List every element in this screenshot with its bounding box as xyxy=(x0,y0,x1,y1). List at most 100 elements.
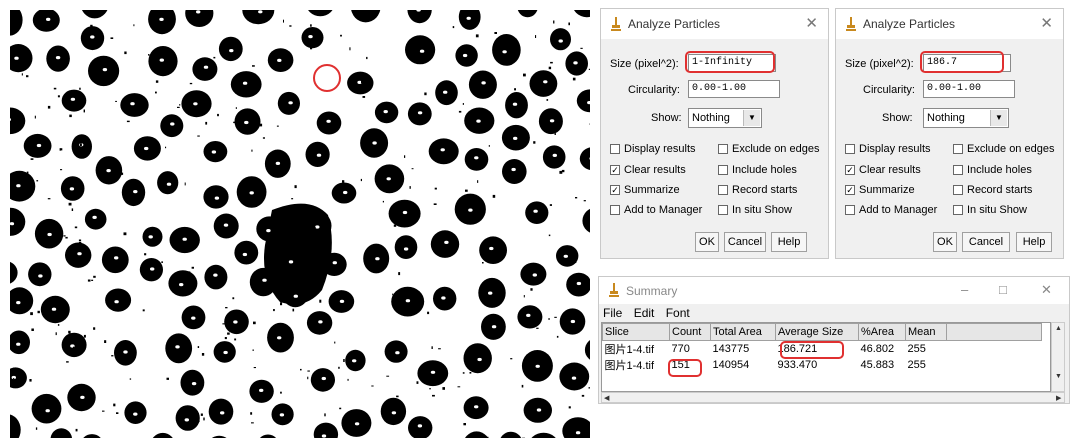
checkbox-label: Add to Manager xyxy=(859,204,938,216)
noise-speck xyxy=(442,387,445,390)
checkbox-clear-results[interactable]: ✓ Clear results xyxy=(845,164,921,176)
checkbox-exclude-on-edges[interactable]: Exclude on edges xyxy=(718,143,819,155)
checkbox-in-situ-show[interactable]: In situ Show xyxy=(953,204,1027,216)
particle-hole xyxy=(405,299,411,303)
column-header[interactable]: Mean xyxy=(905,323,947,341)
column-header[interactable]: Average Size xyxy=(775,323,859,341)
noise-speck xyxy=(83,393,86,396)
noise-speck xyxy=(82,155,85,158)
particle-hole xyxy=(223,350,228,355)
noise-speck xyxy=(536,327,539,329)
column-header[interactable]: Total Area xyxy=(710,323,776,341)
noise-speck xyxy=(344,420,348,423)
noise-speck xyxy=(533,141,536,144)
noise-speck xyxy=(419,37,422,41)
noise-speck xyxy=(424,92,427,96)
close-icon[interactable]: ✕ xyxy=(805,14,818,32)
vertical-scrollbar[interactable]: ▲ ▼ xyxy=(1051,322,1065,392)
cell-mean: 255 xyxy=(907,359,926,371)
noise-speck xyxy=(235,49,239,52)
checkbox-add-to-manager[interactable]: Add to Manager xyxy=(845,204,937,216)
particle xyxy=(582,208,590,233)
checkbox-record-starts[interactable]: Record starts xyxy=(953,184,1032,196)
noise-speck xyxy=(340,34,342,37)
checkbox-add-to-manager[interactable]: Add to Manager xyxy=(610,204,702,216)
checkbox-display-results[interactable]: Display results xyxy=(610,143,696,155)
noise-speck xyxy=(155,91,157,94)
noise-speck xyxy=(47,198,51,200)
minimize-icon[interactable]: – xyxy=(961,282,968,297)
noise-speck xyxy=(251,149,253,152)
maximize-icon[interactable]: □ xyxy=(999,282,1007,297)
particle-hole xyxy=(244,120,249,125)
scroll-down-icon[interactable]: ▼ xyxy=(1055,373,1062,380)
checkbox-include-holes[interactable]: Include holes xyxy=(718,164,797,176)
particle-hole xyxy=(229,49,234,53)
column-header[interactable]: Slice xyxy=(602,323,670,341)
noise-speck xyxy=(142,309,145,312)
checkbox-clear-results[interactable]: ✓ Clear results xyxy=(610,164,686,176)
help-button[interactable]: Help xyxy=(1016,232,1052,252)
checkbox-record-starts[interactable]: Record starts xyxy=(718,184,797,196)
noise-speck xyxy=(234,338,237,341)
column-header[interactable]: Count xyxy=(669,323,711,341)
particle xyxy=(517,305,543,329)
noise-speck xyxy=(382,200,384,203)
noise-speck xyxy=(273,309,275,312)
particle-hole xyxy=(220,411,225,415)
ok-button[interactable]: OK xyxy=(695,232,719,252)
show-select[interactable]: Nothing ▼ xyxy=(688,108,762,128)
noise-speck xyxy=(164,180,168,183)
noise-speck xyxy=(73,346,75,349)
noise-speck xyxy=(274,274,278,276)
particle-hole xyxy=(179,283,184,287)
particle-hole xyxy=(249,191,254,195)
menu-file[interactable]: File xyxy=(603,306,622,320)
noise-speck xyxy=(87,279,91,282)
particle-hole xyxy=(430,370,436,374)
noise-speck xyxy=(104,340,107,343)
particle xyxy=(430,230,460,258)
particle xyxy=(81,10,108,19)
checkbox-in-situ-show[interactable]: In situ Show xyxy=(718,204,792,216)
summary-titlebar: Summary – □ ✕ xyxy=(599,277,1069,304)
checkbox-exclude-on-edges[interactable]: Exclude on edges xyxy=(953,143,1054,155)
show-select[interactable]: Nothing ▼ xyxy=(923,108,1009,128)
noise-speck xyxy=(312,224,314,227)
column-header[interactable]: %Area xyxy=(858,323,906,341)
particle xyxy=(562,417,590,438)
scroll-right-icon[interactable]: ▶ xyxy=(1056,394,1061,402)
circularity-input[interactable]: 0.00-1.00 xyxy=(688,80,780,98)
noise-speck xyxy=(521,384,524,388)
checkbox-label: Record starts xyxy=(732,184,798,196)
checkbox-summarize[interactable]: ✓ Summarize xyxy=(845,184,915,196)
checkbox-summarize[interactable]: ✓ Summarize xyxy=(610,184,680,196)
particle-hole xyxy=(354,422,360,426)
scroll-left-icon[interactable]: ◀ xyxy=(604,394,609,402)
scroll-up-icon[interactable]: ▲ xyxy=(1055,325,1062,332)
ok-button[interactable]: OK xyxy=(933,232,957,252)
particle xyxy=(175,405,200,431)
horizontal-scrollbar[interactable]: ◀ ▶ xyxy=(601,392,1065,403)
noise-speck xyxy=(434,187,437,190)
help-button[interactable]: Help xyxy=(771,232,807,252)
particle-hole xyxy=(114,256,119,260)
close-icon[interactable]: ✕ xyxy=(1040,14,1053,32)
menu-bar: File Edit Font xyxy=(603,306,698,320)
circularity-input[interactable]: 0.00-1.00 xyxy=(923,80,1015,98)
menu-font[interactable]: Font xyxy=(666,306,690,320)
cancel-button[interactable]: Cancel xyxy=(962,232,1010,252)
checkbox-include-holes[interactable]: Include holes xyxy=(953,164,1032,176)
noise-speck xyxy=(523,295,525,298)
noise-speck xyxy=(322,144,326,148)
close-icon[interactable]: ✕ xyxy=(1041,282,1052,298)
noise-speck xyxy=(564,369,566,371)
menu-edit[interactable]: Edit xyxy=(634,306,655,320)
noise-speck xyxy=(68,202,72,206)
noise-speck xyxy=(399,208,403,210)
particle-hole xyxy=(571,376,577,380)
particle-hole xyxy=(491,325,497,329)
noise-speck xyxy=(53,87,57,90)
cancel-button[interactable]: Cancel xyxy=(724,232,766,252)
checkbox-display-results[interactable]: Display results xyxy=(845,143,931,155)
